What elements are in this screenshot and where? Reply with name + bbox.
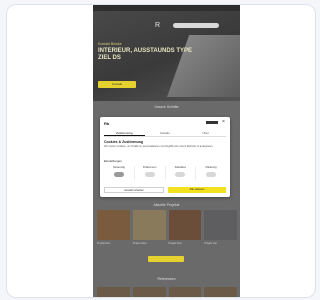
hero-kicker: Kontakt Brücke [98,42,122,46]
allow-all-button[interactable]: Alle zulassen [168,187,226,193]
consent-buttons: Auswahl erlauben Alle zulassen [104,187,226,193]
site-logo[interactable]: R [155,22,160,29]
gallery-caption: Projekt Drei [168,242,182,245]
hero-title: INTERIEUR, AUSSTAUNDS TYPE ZIEL DS [98,48,193,61]
allow-selection-button[interactable]: Auswahl erlauben [104,187,164,193]
bottom-heading: Referenzen [157,277,176,281]
cta-button[interactable] [148,256,184,262]
gallery-item[interactable]: Projekt Zwei [132,210,166,245]
gallery-heading: Aktuelle Projekte [153,203,180,207]
nav-menu[interactable] [173,23,219,28]
hero-button[interactable]: Kontakt [98,81,136,88]
toggle-label: Präferenzen [142,166,157,169]
consent-logo: Rb [104,121,110,126]
project-gallery: Projekt Eins Projekt Zwei Projekt Drei P… [97,210,237,245]
preferences-toggle[interactable] [144,172,155,177]
gallery-caption: Projekt Zwei [132,242,147,245]
close-icon[interactable]: × [222,119,225,125]
gallery-item[interactable]: Projekt Eins [97,210,130,245]
consent-text: Wir nutzen Cookies, um Inhalte zu person… [104,145,214,148]
preview-card: R Kontakt Brücke INTERIEUR, AUSSTAUNDS T… [6,4,316,298]
gallery-item[interactable]: Projekt Vier [204,210,237,245]
toggle-preferences: Präferenzen [135,166,166,180]
hero-section: R Kontakt Brücke INTERIEUR, AUSSTAUNDS T… [93,5,240,101]
toggle-label: Marketing [205,166,217,169]
cookie-consent-dialog: Rb × Zustimmung Details Über Cookies & Z… [100,117,230,197]
statistics-toggle[interactable] [175,172,186,177]
toggle-marketing: Marketing [196,166,226,180]
reference-item[interactable] [204,287,237,297]
marketing-toggle[interactable] [206,172,217,177]
top-bar [93,5,240,11]
necessary-toggle[interactable] [113,172,124,177]
reference-item[interactable] [97,287,130,297]
toggle-necessary: Notwendig [104,166,135,180]
gallery-caption: Projekt Vier [204,242,218,245]
section-heading: Unsere Schritte [154,105,179,109]
toggle-statistics: Statistiken [166,166,197,180]
tab-consent[interactable]: Zustimmung [104,130,145,136]
tab-details[interactable]: Details [145,130,186,136]
consent-toggles: Notwendig Präferenzen Statistiken Market… [104,166,226,180]
hero-image [167,35,240,97]
toggle-label: Statistiken [174,166,187,169]
website-screenshot: R Kontakt Brücke INTERIEUR, AUSSTAUNDS T… [93,5,240,297]
consent-title: Cookies & Zustimmung [104,140,144,144]
settings-label: Einstellungen [104,159,123,163]
toggle-label: Notwendig [112,166,125,169]
tab-about[interactable]: Über [185,130,226,136]
consent-tabs: Zustimmung Details Über [104,130,226,137]
gallery-item[interactable]: Projekt Drei [168,210,202,245]
gallery-caption: Projekt Eins [97,242,111,245]
reference-gallery [97,287,237,297]
reference-item[interactable] [132,287,166,297]
provider-logo [206,121,218,124]
reference-item[interactable] [168,287,202,297]
